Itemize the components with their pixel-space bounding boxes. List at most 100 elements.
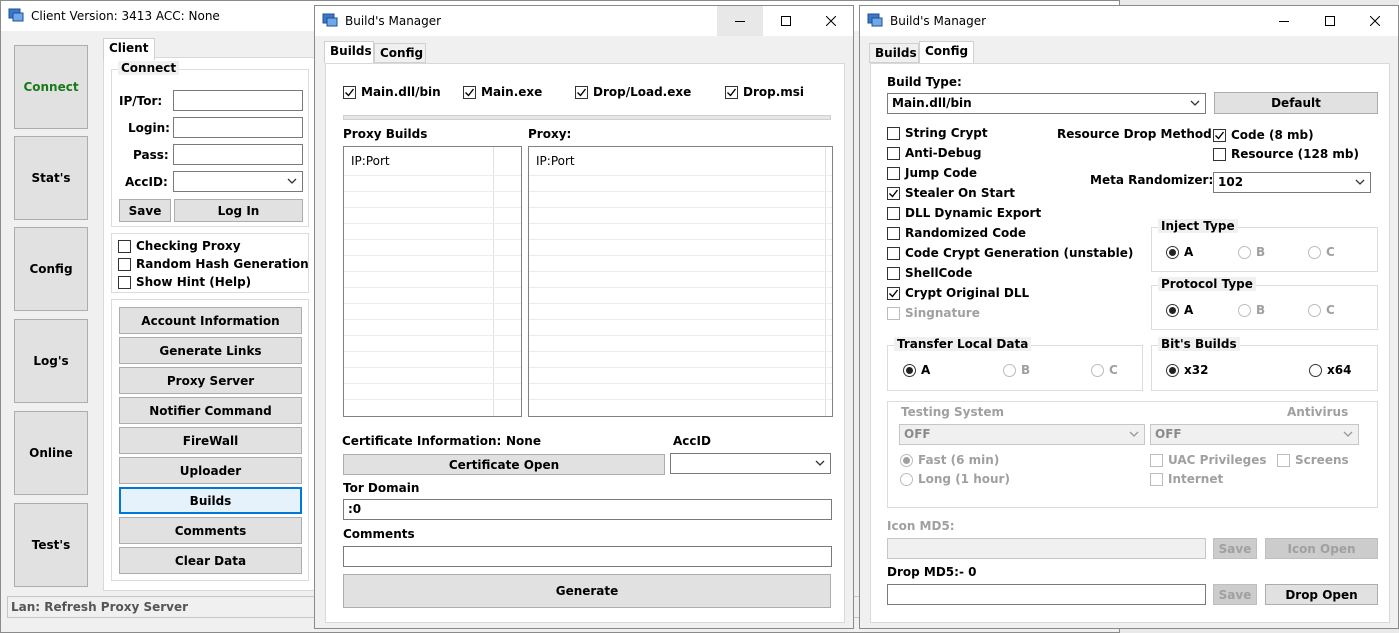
save-button[interactable]: Save	[119, 199, 171, 222]
minimize-button[interactable]	[1261, 6, 1307, 36]
drop-open-button[interactable]: Drop Open	[1265, 584, 1378, 605]
default-button[interactable]: Default	[1214, 92, 1378, 114]
code-crypt-generation-checkbox[interactable]: Code Crypt Generation (unstable)	[887, 246, 1133, 260]
jump-code-checkbox[interactable]: Jump Code	[887, 166, 977, 180]
fast-radio[interactable]: Fast (6 min)	[900, 453, 999, 467]
generate-button[interactable]: Generate	[343, 574, 831, 608]
accid-select[interactable]	[173, 171, 303, 192]
randomized-code-checkbox[interactable]: Randomized Code	[887, 226, 1026, 240]
online-button[interactable]: Online	[14, 411, 88, 495]
logs-button[interactable]: Log's	[14, 319, 88, 403]
stats-button[interactable]: Stat's	[14, 136, 88, 220]
minimize-button[interactable]	[717, 6, 763, 36]
protocol-a-radio[interactable]: A	[1166, 303, 1193, 317]
transfer-a-radio[interactable]: A	[903, 363, 930, 377]
comments-button[interactable]: Comments	[119, 517, 302, 544]
inject-a-radio[interactable]: A	[1166, 245, 1193, 259]
comments-input[interactable]	[343, 546, 832, 567]
certificate-open-button[interactable]: Certificate Open	[343, 454, 665, 475]
antivirus-label: Antivirus	[1287, 405, 1349, 419]
proxy-builds-header: IP:Port	[351, 154, 390, 168]
account-information-button[interactable]: Account Information	[119, 307, 302, 334]
drop-md5-input[interactable]	[887, 584, 1206, 605]
bm1-accid-select[interactable]	[670, 453, 831, 474]
drop-md5-label: Drop MD5:	[887, 565, 959, 579]
proxy-list[interactable]: IP:Port	[528, 146, 833, 417]
maximize-icon	[781, 16, 791, 26]
icon-open-button[interactable]: Icon Open	[1265, 538, 1378, 559]
dll-dynamic-export-checkbox[interactable]: DLL Dynamic Export	[887, 206, 1041, 220]
login-button[interactable]: Log In	[174, 199, 303, 222]
uac-privileges-checkbox[interactable]: UAC Privileges	[1150, 453, 1267, 467]
antivirus-select[interactable]: OFF	[1150, 424, 1359, 445]
protocol-c-radio[interactable]: C	[1308, 303, 1335, 317]
show-hint-checkbox[interactable]: Show Hint (Help)	[118, 275, 251, 289]
icon-md5-input[interactable]	[887, 538, 1206, 559]
string-crypt-checkbox[interactable]: String Crypt	[887, 126, 988, 140]
long-radio[interactable]: Long (1 hour)	[900, 472, 1010, 486]
maximize-button[interactable]	[763, 6, 809, 36]
login-input[interactable]	[173, 117, 303, 138]
tab-config[interactable]: Config	[919, 41, 974, 63]
checking-proxy-checkbox[interactable]: Checking Proxy	[118, 239, 241, 253]
shellcode-checkbox[interactable]: ShellCode	[887, 266, 972, 280]
anti-debug-checkbox[interactable]: Anti-Debug	[887, 146, 981, 160]
build-type-select[interactable]: Main.dll/bin	[887, 93, 1206, 114]
tab-client[interactable]: Client	[103, 38, 155, 60]
config-button[interactable]: Config	[14, 227, 88, 311]
uploader-button[interactable]: Uploader	[119, 457, 302, 484]
check-icon	[465, 88, 475, 97]
maximize-button[interactable]	[1307, 6, 1353, 36]
pass-input[interactable]	[173, 144, 303, 165]
certificate-value: None	[506, 434, 541, 448]
clear-data-button[interactable]: Clear Data	[119, 547, 302, 574]
tab-builds[interactable]: Builds	[324, 41, 374, 63]
main-dll-checkbox[interactable]: Main.dll/bin	[343, 85, 441, 99]
generate-links-button[interactable]: Generate Links	[119, 337, 302, 364]
minimize-icon	[735, 21, 745, 22]
ip-label: IP/Tor:	[119, 94, 163, 108]
proxy-label: Proxy:	[528, 127, 572, 141]
transfer-b-radio[interactable]: B	[1003, 363, 1030, 377]
resource-drop-label: Resource Drop Method:	[1057, 127, 1217, 141]
resource-128mb-checkbox[interactable]: Resource (128 mb)	[1213, 147, 1359, 161]
testing-system-select[interactable]: OFF	[899, 424, 1145, 445]
close-button[interactable]	[1352, 6, 1398, 36]
code-8mb-checkbox[interactable]: Code (8 mb)	[1213, 128, 1314, 142]
stealer-on-start-checkbox[interactable]: Stealer On Start	[887, 186, 1015, 200]
transfer-c-radio[interactable]: C	[1091, 363, 1118, 377]
screens-checkbox[interactable]: Screens	[1277, 453, 1349, 467]
drop-load-exe-checkbox[interactable]: Drop/Load.exe	[575, 85, 691, 99]
tor-domain-input[interactable]: :0	[343, 499, 832, 520]
tab-builds[interactable]: Builds	[869, 43, 919, 63]
close-icon	[826, 16, 836, 26]
firewall-button[interactable]: FireWall	[119, 427, 302, 454]
proxy-builds-label: Proxy Builds	[343, 127, 428, 141]
ip-input[interactable]	[173, 90, 303, 111]
crypt-original-dll-checkbox[interactable]: Crypt Original DLL	[887, 286, 1029, 300]
proxy-server-button[interactable]: Proxy Server	[119, 367, 302, 394]
app-icon	[8, 8, 24, 22]
internet-checkbox[interactable]: Internet	[1150, 472, 1223, 486]
notifier-command-button[interactable]: Notifier Command	[119, 397, 302, 424]
tests-button[interactable]: Test's	[14, 503, 88, 587]
inject-c-radio[interactable]: C	[1308, 245, 1335, 259]
random-hash-checkbox[interactable]: Random Hash Generation	[118, 257, 309, 271]
meta-randomizer-select[interactable]: 102	[1213, 172, 1371, 193]
drop-save-button[interactable]: Save	[1213, 584, 1257, 605]
proxy-builds-list[interactable]: IP:Port	[343, 146, 522, 417]
x32-radio[interactable]: x32	[1166, 363, 1208, 377]
main-exe-checkbox[interactable]: Main.exe	[463, 85, 542, 99]
close-button[interactable]	[808, 6, 853, 36]
builds-button[interactable]: Builds	[119, 487, 302, 514]
x64-radio[interactable]: x64	[1309, 363, 1351, 377]
protocol-b-radio[interactable]: B	[1238, 303, 1265, 317]
tab-config[interactable]: Config	[374, 43, 426, 63]
singnature-checkbox[interactable]: Singnature	[887, 306, 980, 320]
chevron-down-icon	[815, 460, 825, 466]
icon-save-button[interactable]: Save	[1213, 538, 1257, 559]
connect-button[interactable]: Connect	[14, 45, 88, 129]
inject-b-radio[interactable]: B	[1238, 245, 1265, 259]
maximize-icon	[1325, 16, 1335, 26]
drop-msi-checkbox[interactable]: Drop.msi	[725, 85, 804, 99]
